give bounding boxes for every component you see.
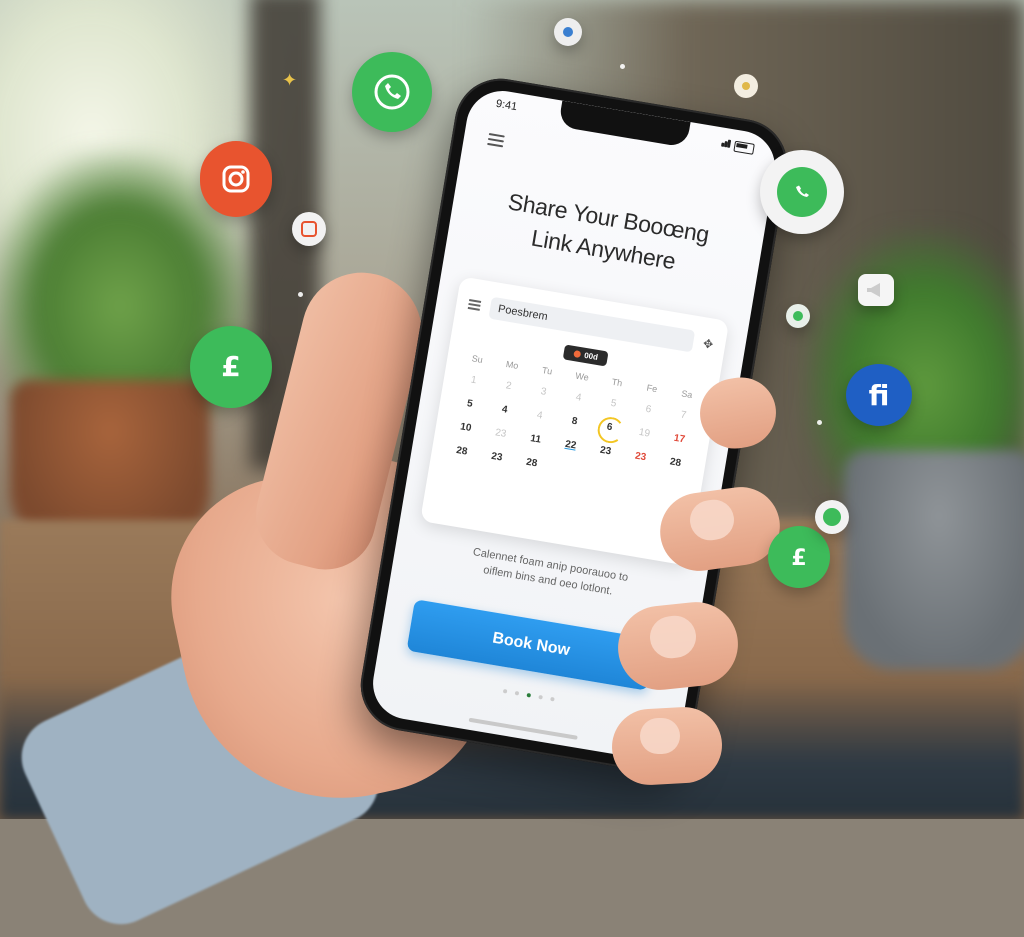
calendar-empty-cell	[653, 477, 690, 497]
svg-text:£: £	[791, 546, 806, 571]
small-location-icon	[554, 18, 582, 46]
sparkle-dot	[298, 292, 303, 297]
calendar-day[interactable]: 28	[443, 442, 480, 462]
page-title: Share Your Booœng Link Anywhere	[457, 178, 756, 289]
calendar-day[interactable]: 7	[665, 406, 702, 426]
page-dot[interactable]	[538, 694, 543, 700]
weekday-header: Mo	[505, 359, 520, 371]
calendar-day[interactable]: 28	[657, 453, 694, 473]
sparkle-dot	[620, 64, 625, 69]
calendar-day[interactable]: 23	[482, 424, 519, 444]
calendar-grid: Su Mo Tu We Th Fe Sa 1 2 3 4 5 6 7 5 4 4 8 6 19 17 10 23 11 22 23…	[443, 351, 705, 496]
weekday-header: Fe	[645, 382, 658, 395]
small-instagram-icon	[292, 212, 326, 246]
weekday-header: Sa	[680, 388, 694, 401]
calendar-empty-cell	[618, 471, 655, 491]
flower-icon	[734, 74, 758, 98]
calendar-day[interactable]: 1	[455, 371, 492, 391]
whatsapp-icon	[352, 52, 432, 132]
calendar-day[interactable]: 23	[478, 448, 515, 468]
calendar-day[interactable]: 3	[525, 383, 562, 403]
calendar-day[interactable]: 10	[447, 418, 484, 438]
weekday-header: Su	[470, 353, 484, 365]
calendar-day[interactable]: 17	[661, 430, 698, 450]
instagram-icon	[200, 141, 272, 217]
page-dot-active[interactable]	[526, 692, 532, 698]
month-label: 00d	[583, 350, 599, 362]
calendar-day[interactable]: 2	[490, 377, 527, 397]
sparkle-dot	[817, 420, 822, 425]
svg-text:fi: fi	[869, 379, 890, 411]
megaphone-icon	[858, 274, 894, 306]
whatsapp-chat-icon	[760, 150, 844, 234]
status-time: 9:41	[494, 97, 519, 114]
pound-chat-icon: £	[190, 326, 272, 408]
calendar-day[interactable]: 19	[626, 424, 663, 444]
month-selector[interactable]: 00d	[562, 344, 609, 367]
calendar-empty-cell	[583, 465, 620, 485]
page-dot[interactable]	[514, 690, 520, 696]
facebook-chat-icon: fi	[846, 364, 912, 426]
calendar-day[interactable]: 23	[622, 448, 659, 468]
calendar-day[interactable]: 23	[587, 442, 624, 462]
flower-pot-right	[844, 450, 1024, 670]
calendar-day[interactable]: 4	[560, 389, 597, 409]
status-icons	[720, 136, 755, 157]
calendar-day[interactable]: 5	[451, 395, 488, 415]
weekday-header: Th	[611, 376, 624, 389]
svg-text:£: £	[221, 350, 240, 383]
battery-icon	[733, 140, 755, 155]
small-green-dot-icon	[786, 304, 810, 328]
small-whatsapp-icon	[815, 500, 849, 534]
sparkle-icon: ✦	[282, 70, 298, 90]
menu-icon[interactable]	[487, 132, 505, 148]
calendar-toolbar: ✥	[467, 292, 716, 357]
page-dot[interactable]	[502, 688, 508, 694]
calendar-day[interactable]: 22	[552, 436, 589, 456]
month-dot-icon	[572, 349, 581, 359]
signal-icon	[720, 138, 732, 151]
calendar-day[interactable]: 28	[513, 454, 550, 474]
calendar-day[interactable]: 6	[630, 400, 667, 420]
calendar-day[interactable]: 5	[595, 394, 632, 414]
settings-icon[interactable]: ✥	[702, 336, 714, 351]
calendar-day[interactable]: 8	[556, 412, 593, 432]
home-indicator	[468, 717, 578, 740]
weekday-header: Tu	[541, 365, 553, 377]
page-dot[interactable]	[550, 696, 555, 702]
weekday-header: We	[574, 370, 590, 383]
calendar-day[interactable]: 4	[486, 401, 523, 421]
fingernail	[640, 718, 680, 754]
calendar-day[interactable]: 11	[517, 430, 554, 450]
calendar-empty-cell	[548, 460, 585, 480]
calendar-day[interactable]: 6	[591, 418, 628, 438]
calendar-menu-icon[interactable]	[467, 299, 482, 311]
search-input[interactable]	[488, 296, 696, 353]
calendar-day[interactable]: 4	[521, 406, 558, 426]
pound-badge-icon: £	[768, 526, 830, 588]
